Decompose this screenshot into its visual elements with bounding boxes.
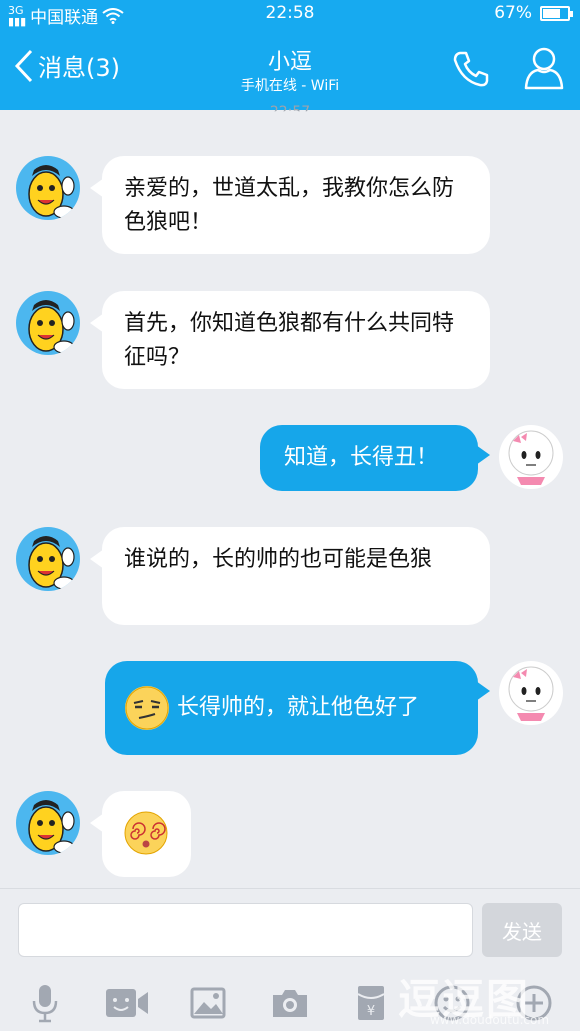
input-bar: 发送 ¥ bbox=[0, 888, 580, 1031]
message-text: 亲爱的，世道太乱，我教你怎么防色狼吧！ bbox=[124, 176, 455, 235]
image-icon bbox=[190, 987, 226, 1019]
red-packet-icon: ¥ bbox=[357, 986, 385, 1020]
image-button[interactable] bbox=[183, 983, 233, 1023]
emoji-button[interactable] bbox=[427, 983, 477, 1023]
message-bubble-incoming[interactable]: 首先，你知道色狼都有什么共同特征吗？ bbox=[90, 291, 490, 389]
message-text: 长得帅的，就让他色好了 bbox=[177, 695, 420, 720]
white-ball-avatar-icon bbox=[508, 666, 554, 721]
phone-call-button[interactable] bbox=[452, 50, 490, 92]
bean-mascot-icon bbox=[28, 165, 75, 219]
contact-avatar[interactable] bbox=[16, 527, 80, 591]
message-bubble-incoming[interactable]: 亲爱的，世道太乱，我教你怎么防色狼吧！ bbox=[90, 156, 490, 254]
contact-avatar[interactable] bbox=[16, 791, 80, 855]
message-text: 首先，你知道色狼都有什么共同特征吗？ bbox=[124, 311, 455, 370]
smirk-emoji-icon bbox=[125, 686, 169, 730]
message-bubble-outgoing[interactable]: 长得帅的，就让他色好了 bbox=[105, 661, 490, 755]
video-call-button[interactable] bbox=[102, 983, 152, 1023]
contact-avatar[interactable] bbox=[16, 291, 80, 355]
voice-button[interactable] bbox=[20, 983, 70, 1023]
camera-button[interactable] bbox=[265, 983, 315, 1023]
person-icon bbox=[524, 47, 564, 90]
microphone-icon bbox=[32, 985, 58, 1023]
profile-button[interactable] bbox=[524, 46, 564, 94]
smiley-icon bbox=[434, 985, 470, 1021]
white-ball-avatar-icon bbox=[508, 430, 554, 485]
more-button[interactable] bbox=[509, 983, 559, 1023]
battery-icon bbox=[540, 5, 573, 21]
bean-mascot-icon bbox=[28, 800, 75, 854]
message-timestamp: 22:57 bbox=[269, 104, 311, 120]
camera-icon bbox=[273, 990, 307, 1017]
title-bar: 3G ▮▮▮ 中国联通 22:58 67% 消息(3) 小逗 手机在线 - WiF… bbox=[0, 0, 580, 110]
my-avatar[interactable] bbox=[499, 425, 563, 489]
message-bubble-incoming[interactable]: 谁说的，长的帅的也可能是色狼 bbox=[90, 527, 490, 625]
chat-title: 小逗 bbox=[267, 50, 312, 75]
bean-mascot-icon bbox=[28, 300, 75, 354]
send-button[interactable]: 发送 bbox=[482, 903, 562, 957]
plus-icon bbox=[516, 985, 552, 1021]
contact-avatar[interactable] bbox=[16, 156, 80, 220]
chat-subtitle: 手机在线 - WiFi bbox=[240, 78, 340, 94]
message-text: 谁说的，长的帅的也可能是色狼 bbox=[124, 547, 433, 572]
red-packet-button[interactable]: ¥ bbox=[346, 983, 396, 1023]
battery-info: 67% bbox=[494, 3, 573, 23]
my-avatar[interactable] bbox=[499, 661, 563, 725]
message-bubble-incoming[interactable] bbox=[90, 791, 191, 877]
message-input[interactable] bbox=[18, 903, 473, 957]
status-bar: 3G ▮▮▮ 中国联通 22:58 67% bbox=[0, 0, 580, 28]
bean-mascot-icon bbox=[28, 536, 75, 590]
video-icon bbox=[106, 989, 148, 1017]
battery-percent: 67% bbox=[494, 3, 532, 23]
svg-text:¥: ¥ bbox=[367, 1004, 375, 1019]
message-bubble-outgoing[interactable]: 知道，长得丑！ bbox=[260, 425, 490, 491]
phone-icon bbox=[453, 51, 489, 87]
dizzy-emoji-icon bbox=[124, 811, 168, 855]
message-text: 知道，长得丑！ bbox=[284, 445, 439, 470]
status-time: 22:58 bbox=[265, 3, 315, 23]
